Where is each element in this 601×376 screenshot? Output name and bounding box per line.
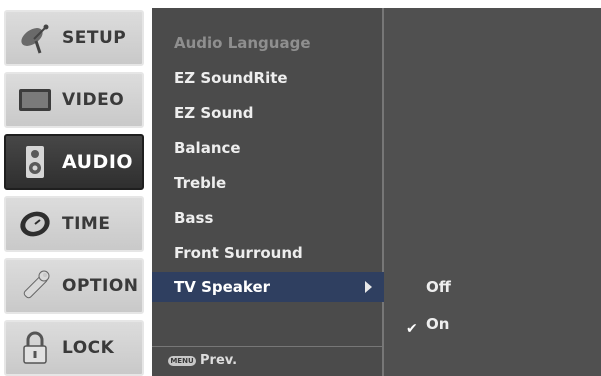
menu-item-audio-language: Audio Language <box>174 34 311 52</box>
category-sidebar: SETUP VIDEO AUDIO TIME OPTION LOCK <box>0 0 150 376</box>
sidebar-item-lock[interactable]: LOCK <box>4 320 144 376</box>
sidebar-item-label: LOCK <box>62 338 115 358</box>
tv-screen-icon <box>14 79 56 121</box>
sidebar-item-time[interactable]: TIME <box>4 196 144 252</box>
sidebar-item-label: AUDIO <box>62 151 134 173</box>
wrench-icon <box>14 265 56 307</box>
menu-key-icon: MENU <box>168 356 196 366</box>
sidebar-item-label: VIDEO <box>62 90 125 110</box>
clock-icon <box>14 203 56 245</box>
sidebar-item-label: OPTION <box>62 276 139 296</box>
menu-item-label: TV Speaker <box>174 278 271 296</box>
padlock-icon <box>14 327 56 369</box>
speaker-icon <box>14 141 56 183</box>
prev-hint[interactable]: MENU Prev. <box>168 350 237 372</box>
sidebar-item-video[interactable]: VIDEO <box>4 72 144 128</box>
right-arrow-icon <box>365 281 372 293</box>
menu-item-ez-soundrite[interactable]: EZ SoundRite <box>174 63 288 93</box>
sidebar-item-audio[interactable]: AUDIO <box>4 134 144 190</box>
sidebar-item-setup[interactable]: SETUP <box>4 10 144 66</box>
sidebar-item-label: TIME <box>62 214 111 234</box>
sidebar-item-option[interactable]: OPTION <box>4 258 144 314</box>
check-icon: ✔ <box>406 321 418 337</box>
menu-item-balance[interactable]: Balance <box>174 133 241 163</box>
menu-item-front-surround[interactable]: Front Surround <box>174 238 303 268</box>
footer-divider <box>152 346 384 347</box>
submenu-option-on[interactable]: On <box>426 309 449 339</box>
audio-menu: Audio Language EZ SoundRite EZ Sound Bal… <box>152 8 384 376</box>
prev-label: Prev. <box>200 353 238 368</box>
menu-item-tv-speaker[interactable]: TV Speaker <box>152 272 384 302</box>
satellite-icon <box>14 17 56 59</box>
menu-item-bass[interactable]: Bass <box>174 203 213 233</box>
menu-item-ez-sound[interactable]: EZ Sound <box>174 98 254 128</box>
sidebar-item-label: SETUP <box>62 28 127 48</box>
submenu-option-off[interactable]: Off <box>426 272 451 302</box>
menu-item-treble[interactable]: Treble <box>174 168 226 198</box>
